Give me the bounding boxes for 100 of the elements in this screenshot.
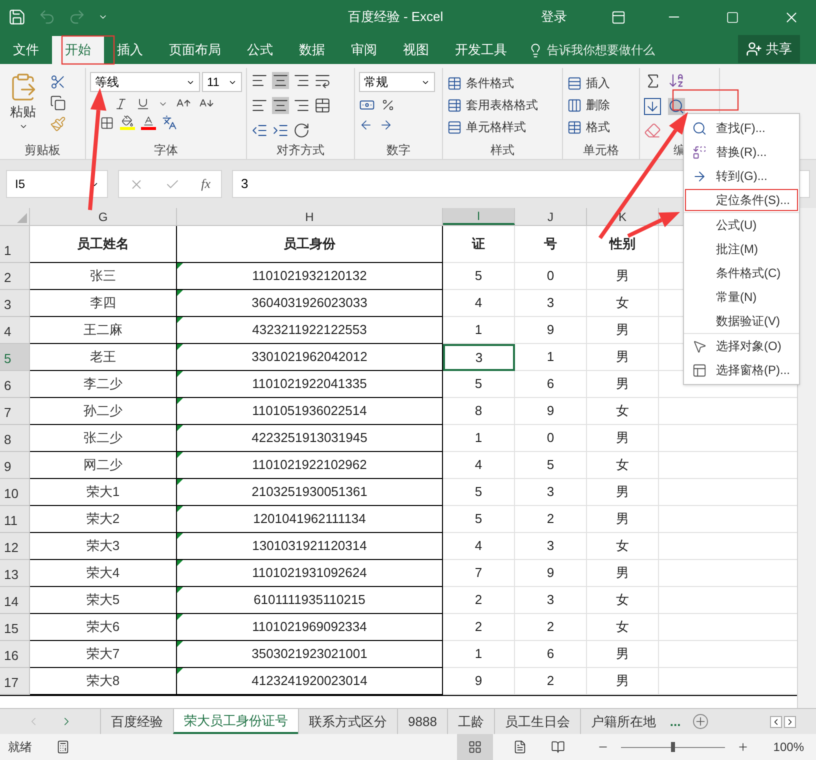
- row-header[interactable]: 12: [0, 533, 30, 560]
- maximize-icon[interactable]: [726, 10, 739, 24]
- save-icon[interactable]: [8, 8, 26, 26]
- cut-icon[interactable]: [50, 74, 66, 90]
- row-header[interactable]: 1: [0, 226, 30, 263]
- paste-button[interactable]: 粘贴: [4, 72, 42, 141]
- increase-decimal-icon[interactable]: [359, 118, 373, 132]
- zoom-thumb[interactable]: [671, 742, 676, 752]
- row-header[interactable]: 13: [0, 560, 30, 587]
- vertical-scrollbar[interactable]: [797, 208, 816, 708]
- row-header[interactable]: 3: [0, 290, 30, 317]
- menu-item[interactable]: 数据验证(V): [684, 309, 799, 333]
- ribbon-tab[interactable]: 开发工具: [442, 36, 520, 64]
- fill-color-icon[interactable]: [120, 115, 135, 130]
- style-button[interactable]: 条件格式: [447, 72, 538, 94]
- ribbon-tab[interactable]: 公式: [234, 36, 286, 64]
- bottom-align-icon[interactable]: [293, 72, 310, 89]
- table-cell: 女: [587, 290, 659, 317]
- ribbon-tab[interactable]: 视图: [390, 36, 442, 64]
- merge-icon[interactable]: [314, 97, 331, 114]
- font-color-icon[interactable]: [141, 115, 156, 130]
- row-header[interactable]: 10: [0, 479, 30, 506]
- row-header[interactable]: 7: [0, 398, 30, 425]
- row-header[interactable]: 11: [0, 506, 30, 533]
- ribbon-display-icon[interactable]: [611, 10, 626, 24]
- menu-item[interactable]: 公式(U): [684, 213, 799, 237]
- normal-view-icon[interactable]: [468, 740, 482, 754]
- column-header[interactable]: I: [443, 208, 515, 225]
- cells-button[interactable]: 格式: [567, 116, 610, 138]
- menu-item[interactable]: 替换(R)...: [684, 140, 799, 164]
- name-box[interactable]: I5: [6, 170, 108, 198]
- menu-item[interactable]: 条件格式(C): [684, 261, 799, 285]
- column-header[interactable]: J: [515, 208, 587, 225]
- fill-icon[interactable]: [644, 98, 661, 115]
- ribbon-tab[interactable]: 数据: [286, 36, 338, 64]
- row-header[interactable]: 4: [0, 317, 30, 344]
- wrap-text-icon[interactable]: [314, 72, 331, 89]
- menu-item[interactable]: 选择对象(O): [684, 334, 799, 358]
- row-header[interactable]: 8: [0, 425, 30, 452]
- menu-item[interactable]: 选择窗格(P)...: [684, 358, 799, 382]
- menu-item[interactable]: 常量(N): [684, 285, 799, 309]
- share-button[interactable]: 共享: [738, 35, 800, 63]
- row-header[interactable]: 9: [0, 452, 30, 479]
- indent-increase-icon[interactable]: [272, 122, 289, 139]
- highlight-box: [61, 35, 115, 65]
- page-layout-icon[interactable]: [513, 740, 528, 754]
- row-header[interactable]: 16: [0, 641, 30, 668]
- sort-filter-icon[interactable]: [668, 72, 685, 89]
- phonetic-icon[interactable]: [162, 115, 177, 130]
- ribbon-tab[interactable]: 插入: [104, 36, 156, 64]
- ribbon-tab[interactable]: 页面布局: [156, 36, 234, 64]
- add-sheet-icon[interactable]: [692, 714, 708, 729]
- top-align-icon[interactable]: [251, 72, 268, 89]
- align-center-icon[interactable]: [272, 97, 289, 114]
- tell-me-field[interactable]: 告诉我你想要做什么: [547, 41, 655, 59]
- underline-icon[interactable]: [136, 96, 150, 110]
- eraser-icon[interactable]: [644, 122, 661, 140]
- table-cell: 5: [443, 263, 515, 290]
- row-header[interactable]: 5: [0, 344, 30, 371]
- table-cell: 1101021931092624: [177, 560, 443, 587]
- ribbon-tab[interactable]: 文件: [0, 36, 52, 64]
- sign-in-link[interactable]: 登录: [533, 7, 575, 27]
- style-button[interactable]: 套用表格格式: [447, 94, 538, 116]
- menu-item[interactable]: 批注(M): [684, 237, 799, 261]
- scroll-right-icon[interactable]: [784, 716, 796, 728]
- number-format-field[interactable]: 常规: [359, 72, 435, 92]
- cells-button[interactable]: 插入: [567, 72, 610, 94]
- orientation-icon[interactable]: [293, 122, 310, 139]
- row-header[interactable]: 2: [0, 263, 30, 290]
- page-break-icon[interactable]: [551, 740, 566, 754]
- font-name-field[interactable]: 等线: [90, 72, 200, 92]
- table-cell: 王二麻: [30, 317, 177, 344]
- row-header[interactable]: 6: [0, 371, 30, 398]
- style-button[interactable]: 单元格样式: [447, 116, 538, 138]
- borders-icon[interactable]: [100, 116, 114, 130]
- zoom-slider[interactable]: [621, 742, 726, 752]
- more-sheets-button[interactable]: ...: [666, 709, 685, 734]
- cells-button[interactable]: 删除: [567, 94, 610, 116]
- macro-record-icon[interactable]: [56, 740, 70, 754]
- middle-align-icon[interactable]: [272, 72, 289, 89]
- ribbon-tab[interactable]: 开始: [52, 36, 104, 64]
- ribbon-tab[interactable]: 审阅: [338, 36, 390, 64]
- copy-icon[interactable]: [50, 95, 66, 111]
- search-icon[interactable]: [668, 98, 685, 115]
- align-left-icon[interactable]: [251, 97, 268, 114]
- row-header[interactable]: 15: [0, 614, 30, 641]
- replace-icon: [692, 144, 706, 160]
- align-right-icon[interactable]: [293, 97, 310, 114]
- decrease-decimal-icon[interactable]: [379, 118, 393, 132]
- row-header[interactable]: 14: [0, 587, 30, 614]
- percent-icon[interactable]: [381, 98, 395, 112]
- zoom-in-icon[interactable]: [737, 741, 750, 753]
- insert-function-button[interactable]: fx: [201, 174, 211, 194]
- indent-decrease-icon[interactable]: [251, 122, 268, 139]
- sheet-tab[interactable]: 荣大员工身份证号: [173, 709, 298, 734]
- scroll-left-icon[interactable]: [770, 716, 782, 728]
- row-header[interactable]: 17: [0, 668, 30, 695]
- italic-icon[interactable]: [114, 96, 128, 110]
- font-size-field[interactable]: 11: [202, 72, 242, 92]
- menu-item[interactable]: 查找(F)...: [684, 116, 799, 140]
